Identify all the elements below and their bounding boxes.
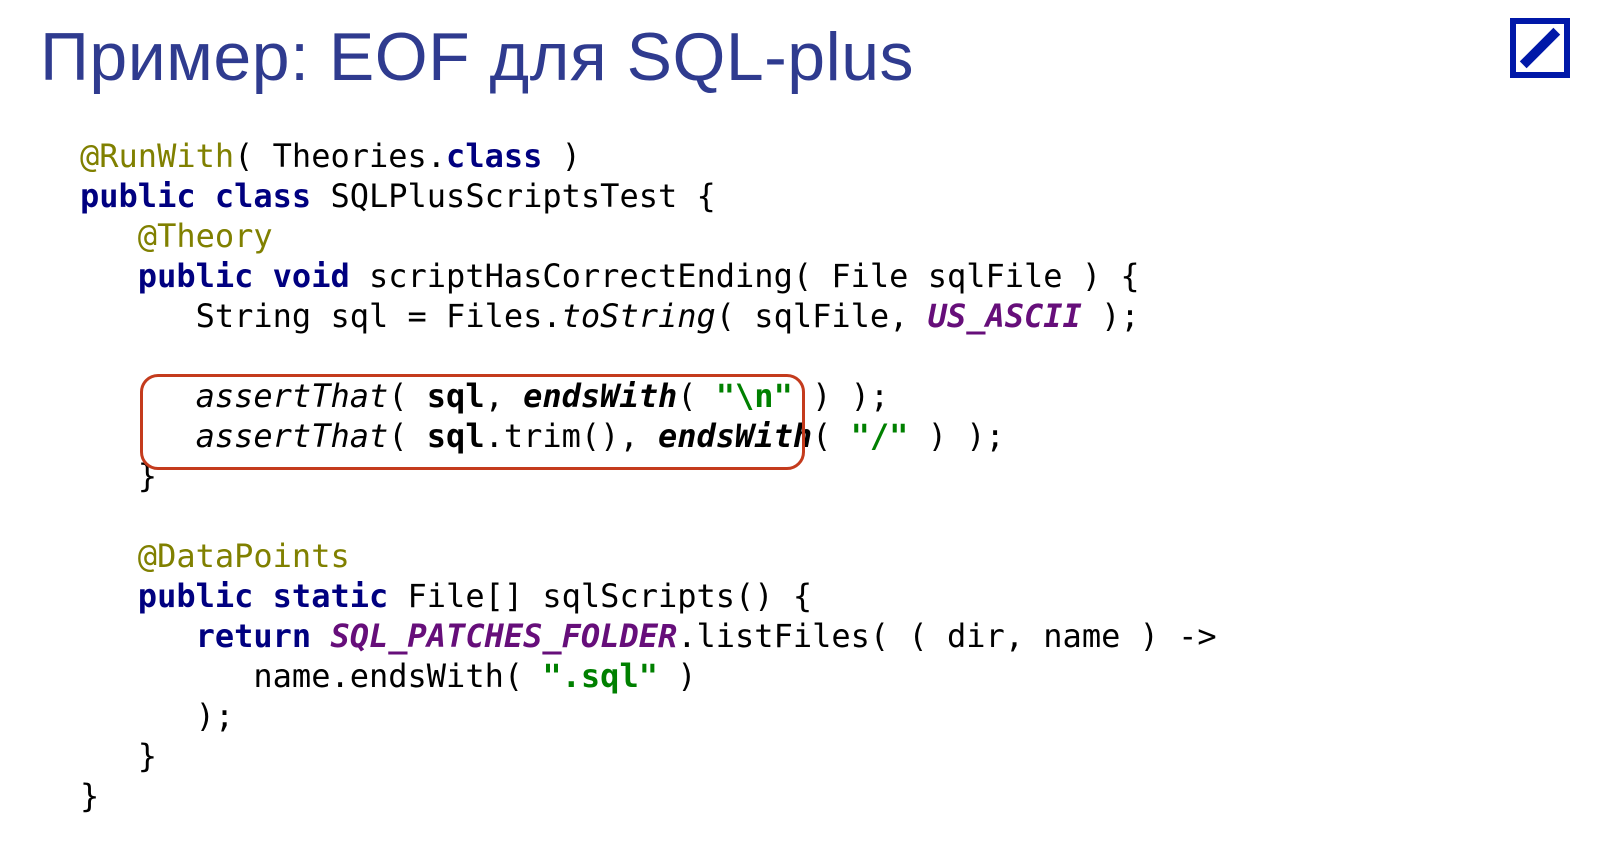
code-keyword: static	[273, 577, 389, 615]
code-block: @RunWith( Theories.class ) public class …	[80, 136, 1560, 816]
code-keyword: class	[446, 137, 542, 175]
code-text: ) );	[793, 377, 889, 415]
code-keyword: public	[138, 257, 254, 295]
code-text: (	[388, 417, 427, 455]
code-const: US_ASCII	[928, 297, 1082, 335]
code-italic: toString	[562, 297, 716, 335]
code-keyword: public	[80, 177, 196, 215]
deutsche-bank-logo-icon	[1510, 18, 1570, 78]
code-text: ) );	[908, 417, 1004, 455]
code-text: name.endsWith(	[253, 657, 542, 695]
code-bold: sql	[427, 377, 485, 415]
code-bold-italic: endsWith	[658, 417, 812, 455]
code-bold: sql	[427, 417, 485, 455]
code-text: }	[80, 777, 99, 815]
code-text: }	[138, 457, 157, 495]
code-italic: assertThat	[196, 417, 389, 455]
code-keyword: class	[215, 177, 311, 215]
code-annotation: @RunWith	[80, 137, 234, 175]
code-text: SQLPlusScriptsTest {	[311, 177, 716, 215]
code-text: String sql = Files.	[196, 297, 562, 335]
code-text: ( Theories.	[234, 137, 446, 175]
code-text: ( sqlFile,	[716, 297, 928, 335]
code-string: ".sql"	[542, 657, 658, 695]
code-const: SQL_PATCHES_FOLDER	[330, 617, 677, 655]
code-string: "\n"	[716, 377, 793, 415]
code-text: .trim(),	[485, 417, 658, 455]
code-text: .listFiles( ( dir, name ) ->	[677, 617, 1216, 655]
code-string: "/"	[851, 417, 909, 455]
code-text: (	[677, 377, 716, 415]
code-bold-italic: endsWith	[523, 377, 677, 415]
code-text: );	[196, 697, 235, 735]
code-text: )	[542, 137, 581, 175]
code-text: File[] sqlScripts() {	[388, 577, 812, 615]
code-text: (	[388, 377, 427, 415]
code-keyword: public	[138, 577, 254, 615]
slide: Пример: EOF для SQL-plus @RunWith( Theor…	[0, 0, 1600, 857]
code-text: scriptHasCorrectEnding( File sqlFile ) {	[350, 257, 1140, 295]
code-text: )	[658, 657, 697, 695]
code-text: ,	[485, 377, 524, 415]
code-keyword: return	[196, 617, 312, 655]
code-text: }	[138, 737, 157, 775]
code-keyword: void	[273, 257, 350, 295]
slide-title: Пример: EOF для SQL-plus	[40, 18, 1560, 96]
code-italic: assertThat	[196, 377, 389, 415]
code-text: );	[1082, 297, 1140, 335]
code-text: (	[812, 417, 851, 455]
code-annotation: @DataPoints	[138, 537, 350, 575]
code-annotation: @Theory	[138, 217, 273, 255]
